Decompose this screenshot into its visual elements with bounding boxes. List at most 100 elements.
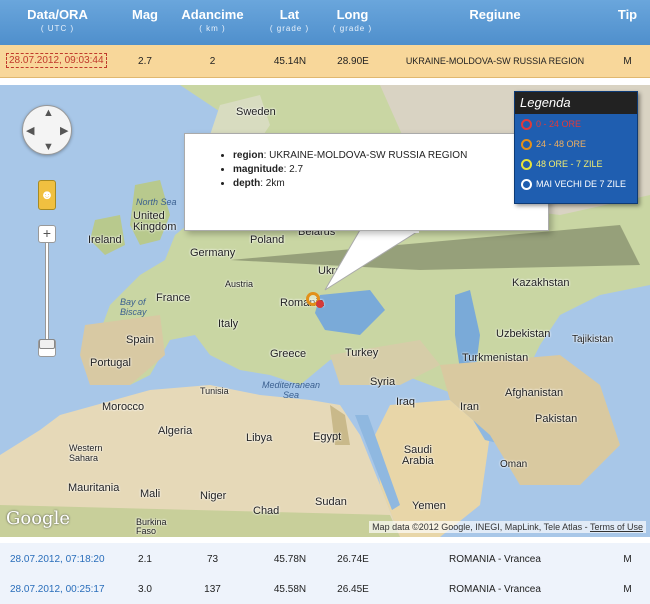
header-lat-sub: ( grade ) [269,24,310,33]
map-label-austria: Austria [225,279,254,289]
map-label-mediterranean-sea: Mediterranean Sea [262,380,321,400]
pan-up-icon[interactable]: ▲ [43,107,54,119]
info-region-key: region [233,150,264,161]
event-marker-recent-icon[interactable] [316,300,324,308]
header-long-title: Long [336,7,369,22]
map-view[interactable]: Sweden North Sea United Kingdom Ireland … [0,85,650,537]
map-label-mauritania: Mauritania [68,482,120,494]
map-label-afghanistan: Afghanistan [505,387,564,399]
row-depth: 73 [206,554,219,565]
row-long: 26.45E [337,584,369,595]
infowindow: region: UKRAINE-MOLDOVA-SW RUSSIA REGION… [184,133,549,231]
map-label-algeria: Algeria [158,425,193,437]
map-label-mali: Mali [140,488,161,500]
table-row[interactable]: 28.07.2012, 09:03:44 2.7 2 45.14N 28.90E… [0,45,650,78]
row-region: ROMANIA - Vrancea [449,554,541,565]
map-label-sweden: Sweden [236,106,276,118]
map-label-ukraine: Ukrai [318,265,344,277]
info-depth: depth: 2km [233,178,548,189]
header-depth[interactable]: Adancime ( km ) [175,7,250,33]
map-label-egypt: Egypt [313,431,342,443]
row-lat: 45.58N [273,584,307,595]
pan-down-icon[interactable]: ▼ [43,141,54,153]
terms-of-use-link[interactable]: Terms of Use [590,522,643,532]
row-lat: 45.14N [273,56,307,67]
legend-item: MAI VECHI DE 7 ZILE [515,174,637,194]
map-attribution-text: Map data ©2012 Google, INEGI, MapLink, T… [372,522,590,532]
table-row[interactable]: 28.07.2012, 07:18:20 2.1 73 45.78N 26.74… [0,543,650,576]
map-label-chad: Chad [253,505,280,517]
map-label-pakistan: Pakistan [535,413,578,425]
google-logo[interactable]: Google [6,508,70,529]
info-magnitude: magnitude: 2.7 [233,164,548,175]
zoom-slider-handle[interactable] [39,339,55,349]
header-date-title: Data/ORA [27,7,88,22]
map-label-italy: Italy [218,318,239,330]
header-long[interactable]: Long ( grade ) [325,7,380,33]
header-lat-title: Lat [279,7,300,22]
legend-item: 0 - 24 ORE [515,114,637,134]
header-depth-title: Adancime [181,7,244,22]
map-label-germany: Germany [190,247,236,259]
header-long-sub: ( grade ) [332,24,373,33]
map-label-syria: Syria [370,376,396,388]
row-mag: 2.1 [138,554,152,565]
pan-control[interactable]: ▲ ◀ ▶ ▼ [22,105,72,155]
circle-red-icon [521,119,532,131]
row-mag: 3.0 [138,584,152,595]
map-label-tunisia: Tunisia [200,386,229,396]
header-type[interactable]: Tip [610,7,645,22]
map-label-turkmenistan: Turkmenistan [462,352,529,364]
map-label-western-sahara: Western Sahara [69,443,103,463]
legend-item: 24 - 48 ORE [515,134,637,154]
header-lat[interactable]: Lat ( grade ) [262,7,317,33]
map-label-morocco: Morocco [102,401,145,413]
table-header: Data/ORA ( UTC ) Mag Adancime ( km ) Lat… [0,0,650,45]
row-region: UKRAINE-MOLDOVA-SW RUSSIA REGION [405,56,585,66]
row-date-link[interactable]: 28.07.2012, 09:03:44 [6,53,107,68]
map-label-ireland: Ireland [88,234,122,246]
row-depth: 137 [204,584,221,595]
map-label-north-sea: North Sea [136,197,177,207]
legend-label: 48 ORE - 7 ZILE [536,159,603,169]
header-mag-title: Mag [132,7,158,22]
table-row[interactable]: 28.07.2012, 00:25:17 3.0 137 45.58N 26.4… [0,573,650,604]
legend-title: Legenda [515,92,637,114]
circle-yellow-icon [521,159,532,171]
zoom-slider[interactable] [39,243,55,349]
map-label-greece: Greece [270,348,307,360]
map-label-sudan: Sudan [315,496,347,508]
header-date[interactable]: Data/ORA ( UTC ) [10,7,105,33]
circle-orange-icon [521,139,532,151]
row-date-link[interactable]: 28.07.2012, 00:25:17 [10,584,105,595]
zoom-control[interactable]: + − [38,225,56,357]
map-label-uzbekistan: Uzbekistan [496,328,551,340]
header-mag[interactable]: Mag [120,7,170,22]
map-label-portugal: Portugal [90,357,131,369]
info-region: region: UKRAINE-MOLDOVA-SW RUSSIA REGION [233,150,548,161]
map-label-kazakhstan: Kazakhstan [512,277,570,289]
row-date-link[interactable]: 28.07.2012, 07:18:20 [10,554,105,565]
legend-label: 24 - 48 ORE [536,139,587,149]
legend: Legenda 0 - 24 ORE 24 - 48 ORE 48 ORE - … [514,91,638,204]
info-depth-value: 2km [265,178,285,189]
map-label-poland: Poland [250,234,285,246]
legend-label: MAI VECHI DE 7 ZILE [536,179,627,189]
map-label-libya: Libya [246,432,273,444]
pegman-icon[interactable]: ☻ [38,180,56,210]
header-region-title: Regiune [469,7,521,22]
info-magnitude-value: 2.7 [289,164,304,175]
header-date-sub: ( UTC ) [40,24,75,33]
info-region-value: UKRAINE-MOLDOVA-SW RUSSIA REGION [269,150,468,161]
pan-left-icon[interactable]: ◀ [26,124,34,137]
map-label-iran: Iran [460,401,479,413]
row-type: M [623,554,632,565]
zoom-in-button[interactable]: + [38,225,56,243]
pan-right-icon[interactable]: ▶ [60,124,68,137]
map-label-tajikistan: Tajikistan [572,334,614,345]
map-attribution: Map data ©2012 Google, INEGI, MapLink, T… [369,521,646,533]
row-depth: 2 [209,56,216,67]
map-label-burkina-faso: Burkina Faso [136,517,167,536]
row-long: 26.74E [337,554,369,565]
header-region[interactable]: Regiune [420,7,570,22]
